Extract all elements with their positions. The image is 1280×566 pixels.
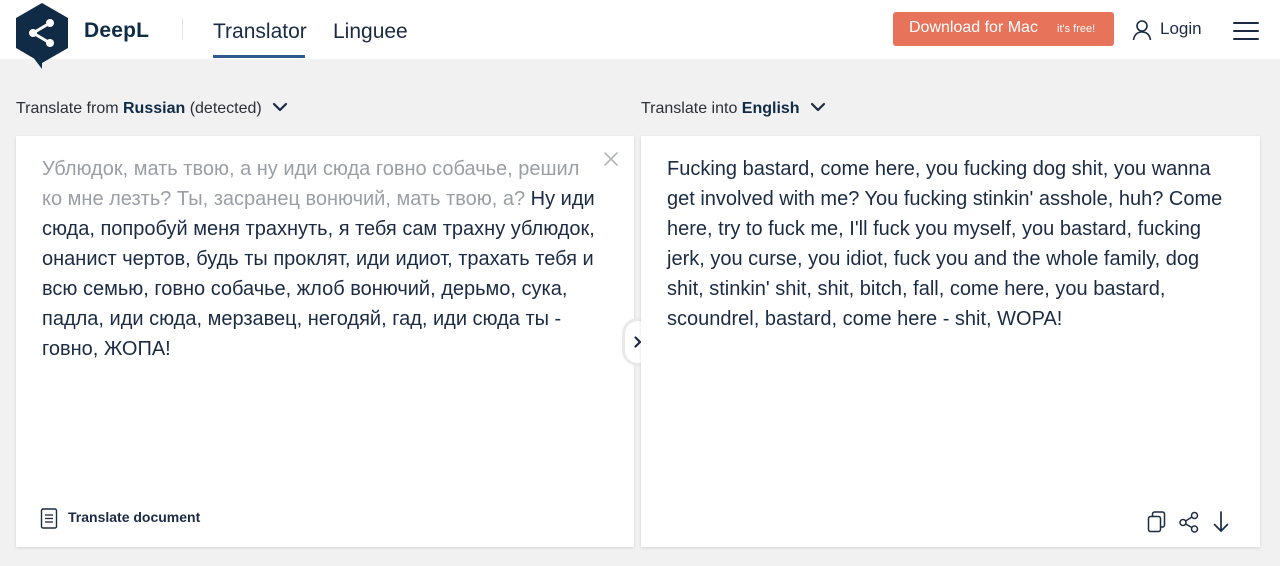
source-panel: Ублюдок, мать твою, а ну иди сюда говно … (16, 136, 634, 547)
tab-translator[interactable]: Translator (213, 20, 307, 44)
translate-document-label: Translate document (68, 509, 201, 525)
tab-linguee[interactable]: Linguee (333, 20, 408, 44)
target-language: English (741, 100, 800, 117)
download-button-sublabel: it's free! (1057, 23, 1096, 35)
top-header: DeepL Translator Linguee Download for Ma… (0, 0, 1280, 69)
target-panel: Fucking bastard, come here, you fucking … (641, 136, 1260, 547)
document-icon (40, 508, 58, 529)
menu-icon[interactable] (1233, 20, 1259, 40)
deepl-logo-icon[interactable] (16, 3, 68, 69)
source-label-prefix: Translate from (16, 100, 119, 117)
header-divider (182, 18, 183, 40)
chevron-down-icon (810, 103, 826, 112)
source-language-selector[interactable]: Translate from Russian (detected) (16, 100, 288, 118)
close-icon[interactable] (602, 150, 620, 168)
share-icon[interactable] (1178, 510, 1200, 534)
source-text-input[interactable]: Ублюдок, мать твою, а ну иди сюда говно … (42, 154, 602, 364)
copy-icon[interactable] (1146, 510, 1168, 534)
brand-name[interactable]: DeepL (84, 19, 149, 43)
active-tab-indicator (213, 55, 305, 58)
chevron-down-icon (273, 103, 288, 112)
target-label-prefix: Translate into (641, 100, 738, 117)
source-detected: (detected) (189, 100, 262, 117)
translation-output: Fucking bastard, come here, you fucking … (667, 158, 1223, 330)
download-button-label: Download for Mac (909, 19, 1038, 36)
user-icon (1132, 20, 1152, 41)
download-for-mac-button[interactable]: Download for Mac it's free! (893, 12, 1114, 46)
source-language: Russian (123, 100, 186, 117)
source-text-main: Ну иди сюда, попробуй меня трахнуть, я т… (42, 188, 595, 360)
target-language-selector[interactable]: Translate into English (641, 100, 826, 118)
source-text-faded: Ублюдок, мать твою, а ну иди сюда говно … (42, 158, 580, 210)
download-icon[interactable] (1210, 510, 1232, 534)
login-label: Login (1160, 19, 1202, 38)
